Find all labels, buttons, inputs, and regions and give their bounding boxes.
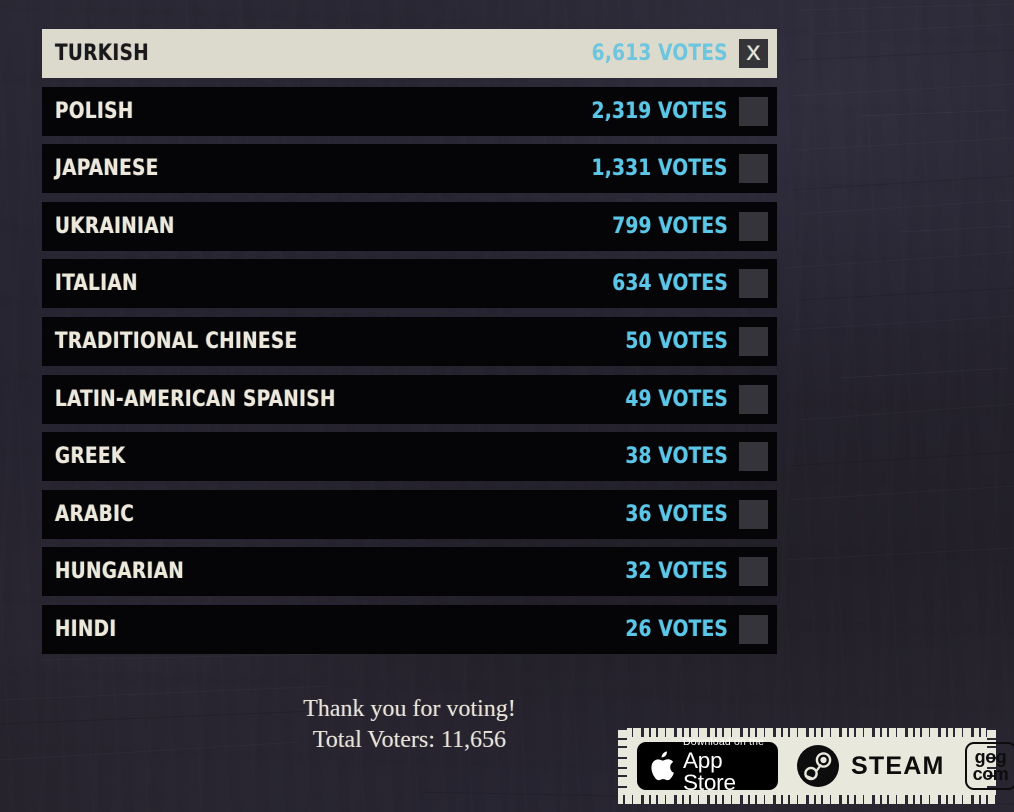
vote-count: 38 VOTES	[625, 444, 728, 470]
app-store-text: Download on the App Store	[683, 737, 778, 795]
result-row[interactable]: HUNGARIAN 32 VOTES	[42, 547, 777, 597]
result-row[interactable]: JAPANESE 1,331 VOTES	[42, 144, 777, 194]
language-label: GREEK	[55, 444, 126, 470]
vote-checkbox[interactable]	[739, 499, 768, 529]
vote-checkbox[interactable]	[739, 614, 768, 644]
language-label: ARABIC	[55, 501, 135, 527]
total-voters-label: Total Voters:	[312, 726, 441, 753]
language-label: HUNGARIAN	[55, 559, 185, 585]
total-voters-value: 11,656	[441, 726, 507, 753]
vote-checkbox[interactable]	[739, 96, 768, 126]
store-badge-bar: Download on the App Store STEAM gog com	[618, 728, 1014, 804]
language-label: HINDI	[55, 616, 117, 642]
app-store-tagline: Download on the	[683, 736, 765, 749]
result-row[interactable]: HINDI 26 VOTES	[42, 604, 777, 654]
vote-checkbox[interactable]	[739, 384, 768, 414]
language-label: TURKISH	[55, 41, 150, 66]
result-row[interactable]: ITALIAN 634 VOTES	[42, 259, 777, 309]
vote-count: 32 VOTES	[625, 559, 728, 585]
vote-count: 50 VOTES	[625, 328, 728, 354]
language-label: UKRAINIAN	[55, 213, 175, 239]
result-row[interactable]: UKRAINIAN 799 VOTES	[42, 201, 777, 251]
vote-checkbox-checked[interactable]: X	[739, 39, 768, 68]
result-row[interactable]: GREEK 38 VOTES	[42, 432, 777, 482]
result-row[interactable]: TRADITIONAL CHINESE 50 VOTES	[42, 316, 777, 366]
language-label: POLISH	[55, 98, 134, 124]
language-label: JAPANESE	[55, 156, 159, 182]
app-store-name: App Store	[683, 747, 736, 796]
vote-checkbox[interactable]	[739, 211, 768, 241]
vote-count: 36 VOTES	[625, 501, 728, 527]
vote-checkbox[interactable]	[739, 269, 768, 299]
language-label: ITALIAN	[55, 271, 138, 297]
result-row[interactable]: POLISH 2,319 VOTES	[42, 86, 777, 136]
steam-icon	[797, 745, 839, 787]
steam-badge[interactable]: STEAM	[796, 744, 945, 788]
vote-checkbox[interactable]	[739, 154, 768, 184]
app-store-badge[interactable]: Download on the App Store	[637, 737, 778, 794]
gog-label-bottom: com	[972, 764, 1009, 784]
language-label: LATIN-AMERICAN SPANISH	[55, 386, 336, 412]
gog-badge[interactable]: gog com	[964, 742, 1014, 790]
vote-count: 26 VOTES	[625, 616, 728, 642]
vote-count: 6,613 VOTES	[591, 41, 728, 66]
thank-you-text: Thank you for voting!	[303, 696, 516, 722]
vote-checkbox[interactable]	[739, 557, 768, 587]
vote-count: 49 VOTES	[625, 386, 728, 412]
steam-label: STEAM	[851, 751, 945, 780]
vote-checkbox[interactable]	[739, 442, 768, 472]
result-row[interactable]: ARABIC 36 VOTES	[42, 489, 777, 539]
result-row[interactable]: TURKISH 6,613 VOTES X	[42, 29, 777, 78]
badge-bar-left-edge	[618, 728, 627, 804]
results-list: TURKISH 6,613 VOTES X POLISH 2,319 VOTES JAPA…	[42, 29, 777, 663]
vote-count: 634 VOTES	[612, 271, 728, 297]
language-label: TRADITIONAL CHINESE	[55, 328, 298, 354]
result-row[interactable]: LATIN-AMERICAN SPANISH 49 VOTES	[42, 374, 777, 424]
vote-count: 799 VOTES	[612, 213, 728, 239]
vote-count: 1,331 VOTES	[591, 156, 728, 182]
apple-icon	[651, 751, 674, 780]
x-mark-icon: X	[746, 42, 761, 65]
vote-count: 2,319 VOTES	[591, 98, 728, 124]
vote-checkbox[interactable]	[739, 326, 768, 356]
